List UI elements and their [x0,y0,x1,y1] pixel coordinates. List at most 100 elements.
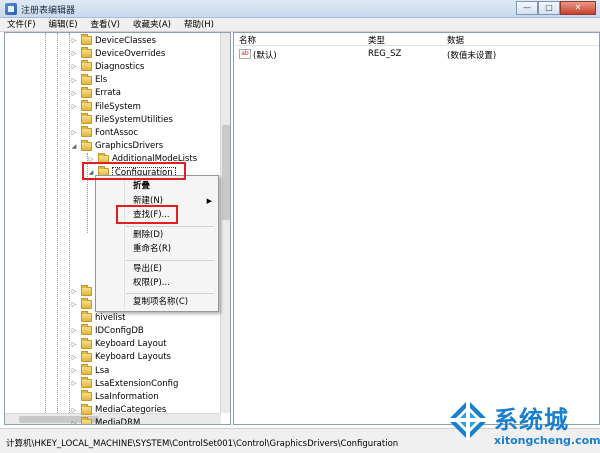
tree-expander-icon[interactable]: ▷ [70,354,78,361]
folder-icon [81,364,92,375]
close-button[interactable]: ✕ [560,1,596,15]
maximize-button[interactable]: □ [538,1,560,15]
registry-values-pane[interactable]: 名称 类型 数据 ab (默认) REG_SZ (数值未设置) [233,32,600,425]
tree-item[interactable]: ▷ MediaDRM [70,416,141,425]
tree-expander-icon[interactable]: ▷ [70,288,78,295]
tree-expander-icon[interactable]: ▷ [70,380,78,387]
tree-item-label: MediaCategories [95,405,167,416]
tree-expander-icon[interactable]: ▷ [70,63,78,70]
value-data: (数值未设置) [447,51,497,61]
tree-expander-icon[interactable]: ▷ [70,50,78,57]
context-item-find[interactable]: 查找(F)... [96,209,218,222]
tree-expander-icon[interactable]: ◢ [87,169,95,176]
tree-item[interactable]: ▷ DeviceOverrides [70,47,165,60]
tree-item[interactable]: ▷ FileSystem [70,100,141,113]
context-item-copy-key-name[interactable]: 复制项名称(C) [96,296,218,309]
tree-vertical-scrollbar[interactable] [220,33,230,413]
menu-favorites[interactable]: 收藏夹(A) [126,18,177,31]
tree-expander-icon[interactable]: ▷ [70,327,78,334]
menu-help[interactable]: 帮助(H) [177,18,220,31]
tree-expander-icon[interactable]: ▷ [70,407,78,414]
folder-icon [81,60,92,72]
tree-expander-icon[interactable]: ▷ [70,301,78,308]
tree-expander-icon[interactable]: ▷ [70,420,78,424]
folder-icon [81,100,92,111]
menu-view[interactable]: 查看(V) [84,18,126,31]
folder-icon [81,126,92,138]
folder-icon [81,337,92,349]
context-item-rename[interactable]: 重命名(R) [96,243,218,256]
tree-item[interactable]: ▷ Keyboard Layouts [70,350,171,364]
tree-expander-icon[interactable]: ◢ [70,143,78,150]
tree-expander-icon[interactable]: ▷ [70,129,78,136]
tree-item[interactable]: LsaInformation [70,390,159,403]
tree-guide-line [57,33,58,424]
tree-expander-icon[interactable]: ▷ [70,103,78,110]
folder-icon [81,86,92,98]
folder-icon [81,311,92,323]
tree-item[interactable]: ▷ Els [70,73,107,87]
menu-separator [126,293,214,294]
folder-icon [81,284,92,296]
context-item-export[interactable]: 导出(E) [96,263,218,276]
regedit-app-icon [5,3,17,15]
tree-item-label: Diagnostics [95,61,145,72]
watermark-url: xitongcheng.com [494,434,600,447]
tree-expander-icon[interactable]: ▷ [70,367,78,374]
folder-icon [98,152,109,164]
watermark-logo-icon [448,400,488,440]
tree-item-label: Errata [95,88,121,99]
submenu-arrow-icon: ▶ [206,197,212,205]
tree-item[interactable]: hivelist [70,311,126,324]
tree-item[interactable]: ▷ Lsa [70,364,109,377]
tree-item[interactable]: ▷ LsaExtensionConfig [70,377,178,390]
tree-item-label: GraphicsDrivers [95,141,164,152]
context-item-permissions[interactable]: 权限(P)... [96,277,218,290]
context-item-new[interactable]: 新建(N) ▶ [96,195,218,208]
menu-file[interactable]: 文件(F) [0,18,42,31]
column-header-type[interactable]: 类型 [368,34,385,46]
tree-expander-icon[interactable]: ▷ [70,37,78,44]
tree-item[interactable]: ▷ IDConfigDB [70,324,144,337]
tree-guide-line [45,33,46,424]
menu-edit[interactable]: 编辑(E) [42,18,84,31]
tree-item[interactable]: ▷ Errata [70,86,121,100]
tree-item[interactable]: ▷ Keyboard Layout [70,337,167,351]
tree-item[interactable]: FileSystemUtilities [70,113,173,126]
tree-item-label: FileSystemUtilities [95,114,173,125]
context-item-delete[interactable]: 删除(D) [96,229,218,242]
tree-expander-icon[interactable]: ▷ [70,77,78,84]
tree-item[interactable]: ▷ Diagnostics [70,60,144,73]
folder-icon [81,324,92,336]
tree-item-label: LsaExtensionConfig [95,378,179,389]
tree-item[interactable]: ▷ AdditionalModeLists [87,152,197,166]
folder-icon [81,403,92,415]
column-header-name[interactable]: 名称 [239,34,256,46]
status-path: 计算机\HKEY_LOCAL_MACHINE\SYSTEM\ControlSet… [6,439,399,449]
tree-item-label: MediaDRM [95,418,141,425]
tree-item-label: Keyboard Layout [95,339,167,350]
window-controls: — □ ✕ [516,1,596,15]
tree-expander-icon[interactable]: ▷ [87,156,95,163]
string-value-icon: ab [239,49,251,59]
minimize-button[interactable]: — [516,1,538,15]
tree-item-label: Keyboard Layouts [95,352,171,363]
tree-item[interactable]: ◢ GraphicsDrivers [70,139,164,153]
context-item-collapse[interactable]: 折叠 [96,180,218,193]
column-header-data[interactable]: 数据 [447,34,464,46]
tree-item[interactable]: ▷ FontAssoc [70,126,138,139]
folder-icon [81,416,92,424]
menu-bar: 文件(F) 编辑(E) 查看(V) 收藏夹(A) 帮助(H) [0,18,600,32]
value-name: (默认) [253,51,277,61]
menu-separator [126,260,214,261]
window-title: 注册表编辑器 [21,6,76,16]
tree-scroll-thumb[interactable] [222,125,230,220]
tree-item[interactable]: ▷ DeviceClasses [70,34,156,47]
context-menu: 折叠 新建(N) ▶ 查找(F)... 删除(D) 重命名(R) 导出(E) 权… [95,175,219,312]
folder-icon [81,298,92,309]
watermark: 系统城 xitongcheng.com [446,396,600,453]
tree-expander-icon[interactable]: ▷ [70,341,78,348]
tree-expander-icon[interactable]: ▷ [70,90,78,97]
value-row-default[interactable]: ab (默认) REG_SZ (数值未设置) [234,48,599,61]
tree-item[interactable]: ▷ MediaCategories [70,403,167,417]
